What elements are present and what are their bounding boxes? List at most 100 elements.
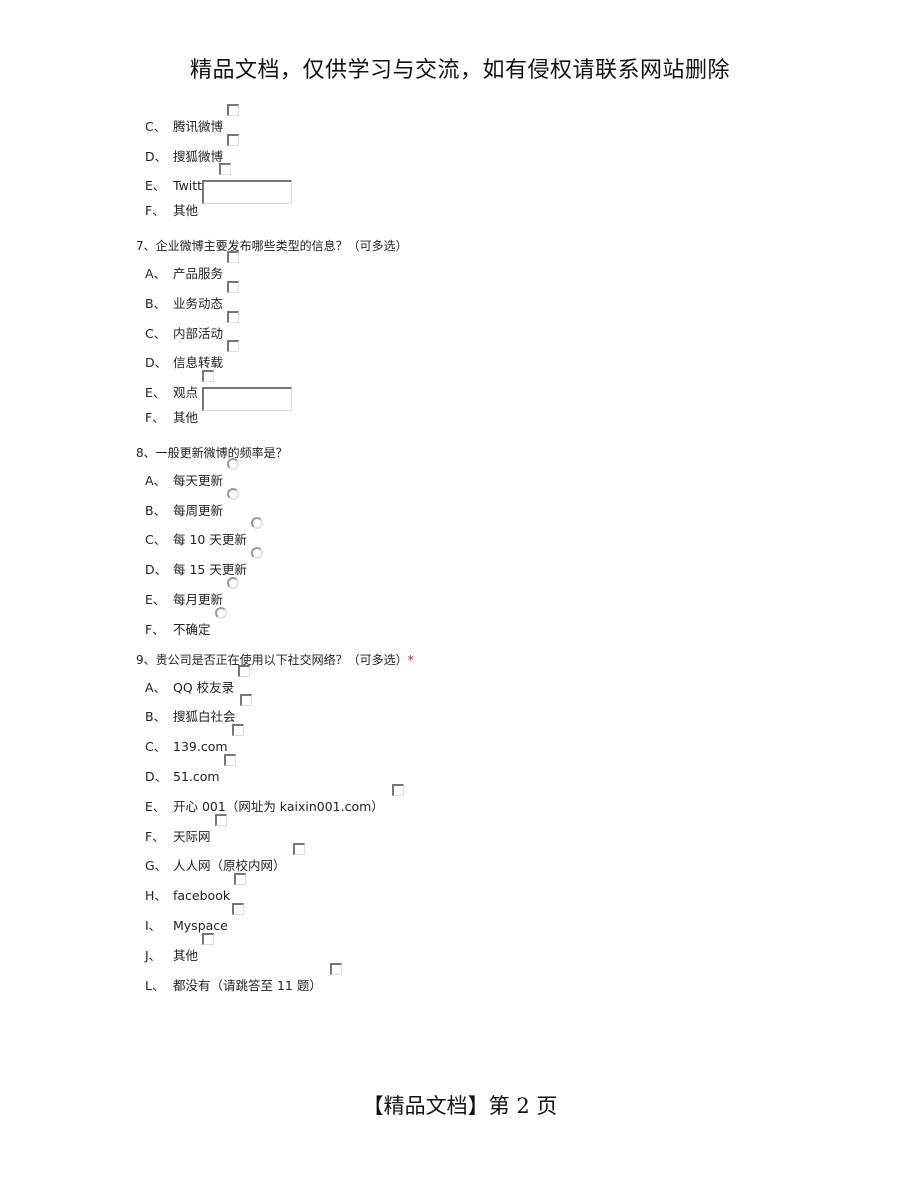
checkbox[interactable] xyxy=(227,250,240,263)
option-label: J、 其他 xyxy=(145,932,215,964)
question-8-options: A、 每天更新 B、 每周更新 C、每 10 天更新 D、每 15 天更新 E、 每月更新 F、… xyxy=(136,457,836,643)
option-letter: C、 xyxy=(145,118,167,134)
checkbox[interactable] xyxy=(214,813,227,826)
option-letter: E、 xyxy=(145,178,166,194)
radio-button[interactable] xyxy=(227,487,240,500)
option-letter: E、 xyxy=(145,385,166,401)
option-label: B、 每周更新 xyxy=(145,487,240,519)
checkbox[interactable] xyxy=(227,133,240,146)
option-label: A、 产品服务 xyxy=(145,250,240,282)
option-letter: F、 xyxy=(145,828,165,844)
option-row: F、 不确定 xyxy=(136,606,836,643)
radio-button[interactable] xyxy=(250,547,263,560)
option-label: A、 每天更新 xyxy=(145,457,240,489)
option-row: A、 产品服务 xyxy=(136,250,836,287)
option-letter: F、 xyxy=(145,203,165,219)
checkbox[interactable] xyxy=(238,664,251,677)
option-label: D、 51.com xyxy=(145,753,236,785)
option-text: 观点 xyxy=(173,385,199,401)
option-label: C、 内部活动 xyxy=(145,310,240,342)
option-row: L、 都没有（请跳答至 11 题） xyxy=(136,962,836,999)
option-letter: D、 xyxy=(145,562,168,578)
option-text: 搜狐白社会 xyxy=(173,709,236,725)
option-row: D、 51.com xyxy=(136,753,836,790)
option-text: 业务动态 xyxy=(173,295,224,311)
option-text: 开心 001（网址为 kaixin001.com） xyxy=(173,798,388,814)
option-text: 内部活动 xyxy=(173,325,224,341)
radio-button[interactable] xyxy=(214,606,227,619)
option-label: C、每 10 天更新 xyxy=(145,517,263,548)
option-label: D、 搜狐微博 xyxy=(145,133,240,165)
option-letter: E、 xyxy=(145,591,166,607)
option-text: 每 10 天更新 xyxy=(173,532,247,548)
option-label: F、 其他 xyxy=(145,180,293,224)
option-row: F、 其他 xyxy=(136,180,836,229)
checkbox[interactable] xyxy=(231,902,244,915)
other-text-input[interactable] xyxy=(202,180,293,205)
option-row: C、 内部活动 xyxy=(136,310,836,347)
option-label: F、 其他 xyxy=(145,386,293,431)
other-text-input[interactable] xyxy=(202,386,293,411)
checkbox[interactable] xyxy=(223,753,236,766)
option-letter: C、 xyxy=(145,325,167,341)
question-9-options: A、 QQ 校友录 B、 搜狐白社会 C、 139.com D、 51.com E、 开心 001… xyxy=(136,664,836,999)
option-label: B、 搜狐白社会 xyxy=(145,694,252,725)
option-text: 产品服务 xyxy=(173,265,224,281)
option-letter: D、 xyxy=(145,355,168,371)
checkbox[interactable] xyxy=(239,694,252,707)
radio-button[interactable] xyxy=(227,576,240,589)
option-text: 每月更新 xyxy=(173,591,224,607)
checkbox[interactable] xyxy=(227,103,240,116)
page-footer: 【精品文档】第 2 页 xyxy=(362,1094,558,1118)
checkbox[interactable] xyxy=(202,370,215,383)
checkbox[interactable] xyxy=(227,340,240,353)
option-row: D、 信息转载 xyxy=(136,340,836,377)
checkbox[interactable] xyxy=(391,783,404,796)
radio-button[interactable] xyxy=(250,517,263,530)
option-text: 人人网（原校内网） xyxy=(173,858,290,874)
option-text: Myspace xyxy=(173,917,228,933)
option-label: D、 信息转载 xyxy=(145,340,240,371)
option-label: A、 QQ 校友录 xyxy=(145,664,251,696)
checkbox[interactable] xyxy=(227,310,240,323)
checkbox[interactable] xyxy=(218,163,231,176)
option-letter: J、 xyxy=(145,947,162,963)
option-letter: D、 xyxy=(145,148,168,164)
checkbox[interactable] xyxy=(227,280,240,293)
option-label: E、 每月更新 xyxy=(145,576,240,608)
option-text: 都没有（请跳答至 11 题） xyxy=(173,977,326,993)
option-letter: E、 xyxy=(145,798,166,814)
option-text: 其他 xyxy=(173,947,199,963)
option-label: D、每 15 天更新 xyxy=(145,547,263,578)
question-8-title: 8、一般更新微博的频率是？ xyxy=(136,445,288,460)
checkbox[interactable] xyxy=(202,932,215,945)
option-letter: F、 xyxy=(145,621,165,637)
option-row: D、每 15 天更新 xyxy=(136,547,836,583)
option-label: F、 天际网 xyxy=(145,813,227,845)
required-mark: * xyxy=(407,652,414,667)
option-text: 其他 xyxy=(173,203,199,219)
option-letter: L、 xyxy=(145,977,165,993)
checkbox[interactable] xyxy=(329,962,342,975)
option-text: 每天更新 xyxy=(173,472,224,488)
question-7-options: A、 产品服务 B、 业务动态 C、 内部活动 D、 信息转载 E、 观点 F、 其他 xyxy=(136,250,836,436)
option-row: F、 其他 xyxy=(136,386,836,436)
option-label: F、 不确定 xyxy=(145,606,227,638)
checkbox[interactable] xyxy=(231,724,244,737)
option-text: 搜狐微博 xyxy=(173,148,224,164)
option-text: facebook xyxy=(173,888,231,904)
option-label: H、 facebook xyxy=(145,873,247,904)
option-row: J、 其他 xyxy=(136,932,836,969)
checkbox[interactable] xyxy=(293,843,306,856)
option-text: 不确定 xyxy=(173,621,211,637)
option-row: B、 每周更新 xyxy=(136,487,836,524)
question-9-text: 9、贵公司是否正在使用以下社交网络？（可多选） xyxy=(136,652,408,667)
question-6-tail: C、 腾讯微博 D、 搜狐微博 E、 Twitter F、 其他 xyxy=(136,103,836,229)
option-row: C、 139.com xyxy=(136,724,836,760)
survey-content: C、 腾讯微博 D、 搜狐微博 E、 Twitter F、 其他 7、企业微博主要发布哪些类型… xyxy=(136,103,836,1003)
option-letter: A、 xyxy=(145,679,167,695)
radio-button[interactable] xyxy=(227,457,240,470)
option-label: B、 业务动态 xyxy=(145,280,240,312)
option-row: C、每 10 天更新 xyxy=(136,517,836,554)
checkbox[interactable] xyxy=(234,873,247,886)
